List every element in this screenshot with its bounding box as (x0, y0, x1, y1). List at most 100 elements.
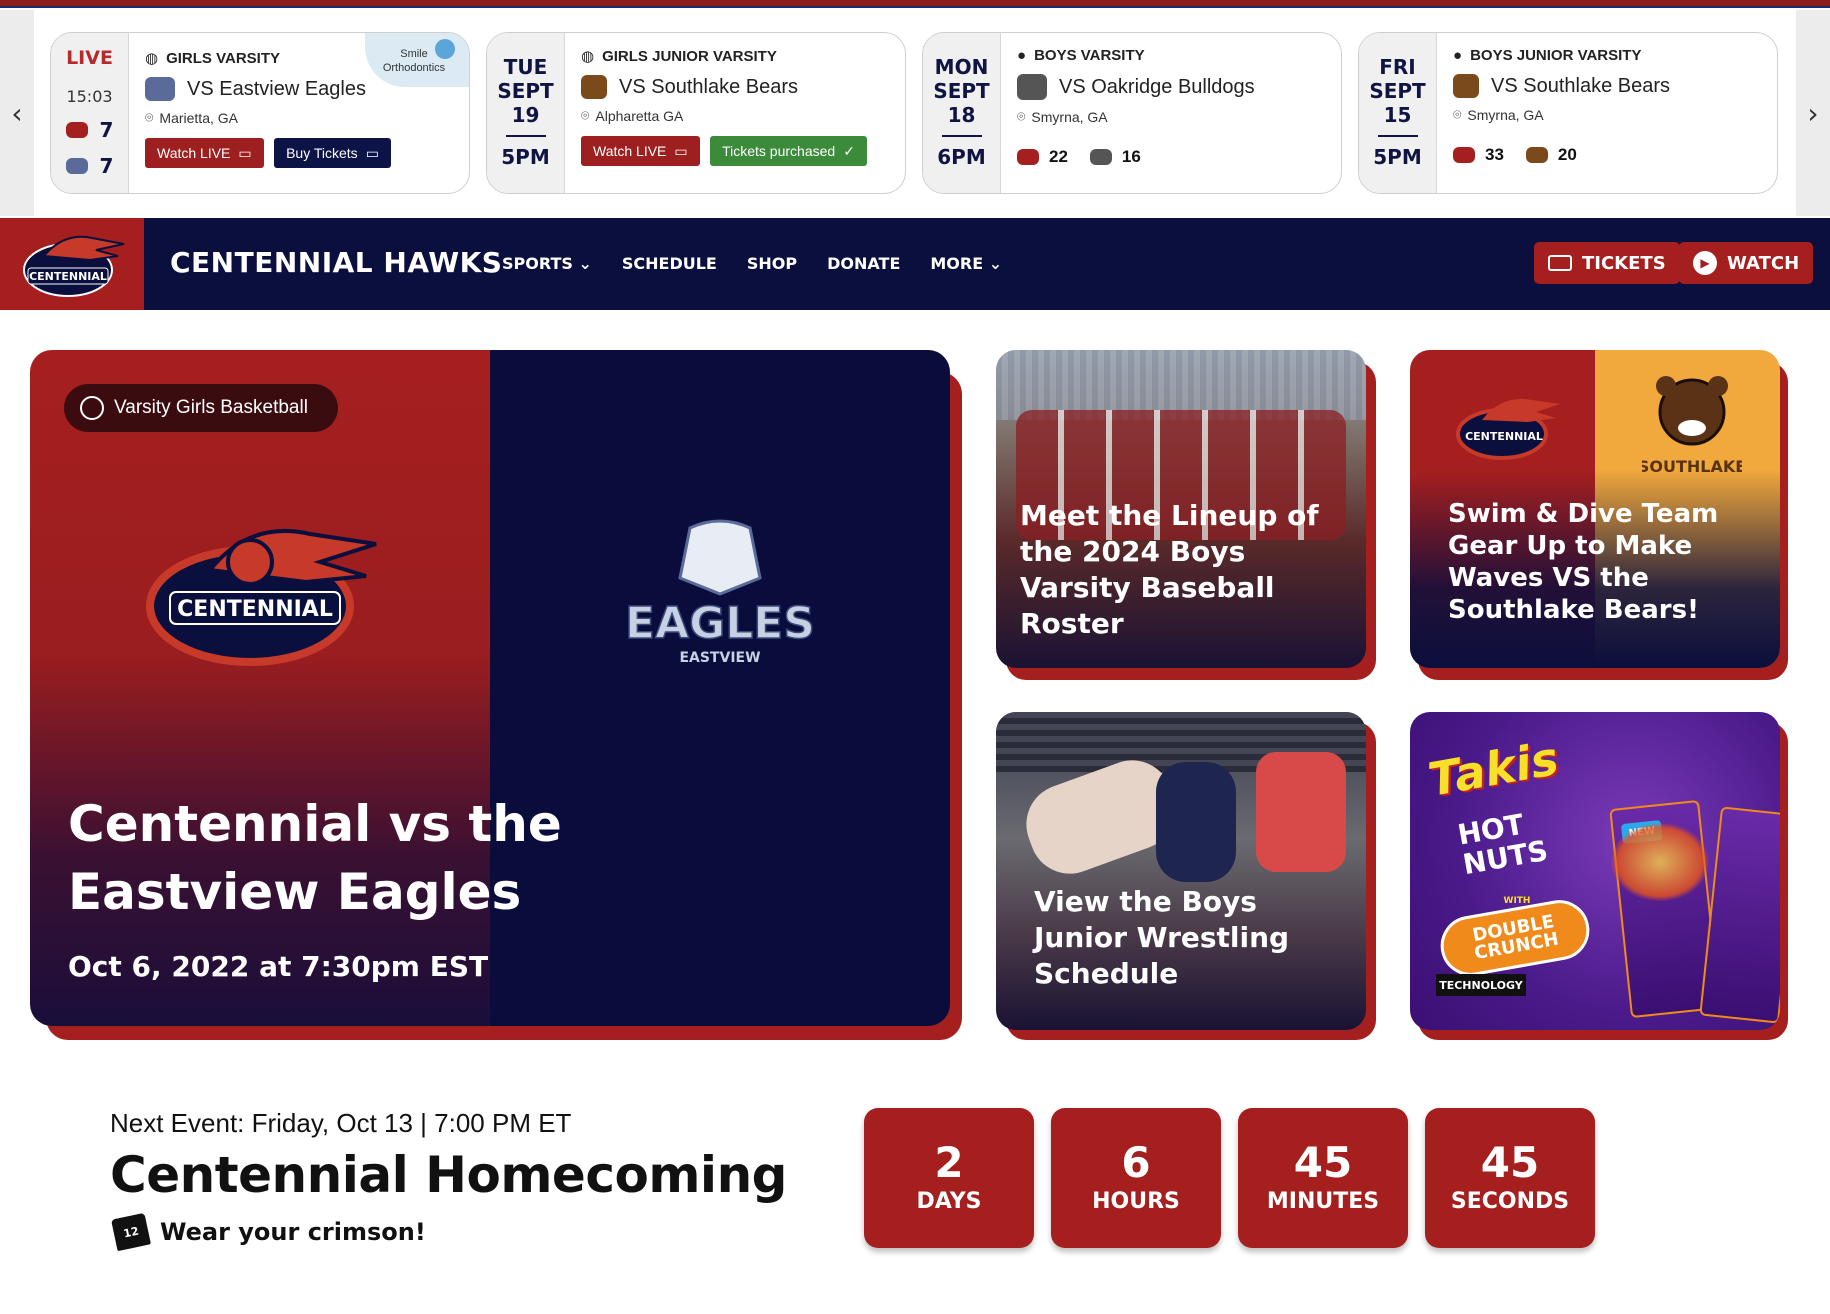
level-label: GIRLS VARSITY (166, 49, 280, 67)
site-title[interactable]: CENTENNIAL HAWKS (170, 246, 502, 279)
bears-logo-icon (581, 75, 607, 99)
southlake-logo: SOUTHLAKE (1642, 376, 1742, 476)
opponent: VS Southlake Bears (1453, 74, 1767, 98)
watch-live-button[interactable]: Watch LIVE ▭ (145, 138, 264, 168)
countdown-days-value: 2 (934, 1138, 964, 1187)
watch-button[interactable]: ▶ WATCH (1679, 242, 1814, 284)
game-card-result[interactable]: MON SEPT 18 6PM ● BOYS VARSITY VS Oakrid… (922, 32, 1342, 194)
tile-wrestling[interactable]: View the Boys Junior Wrestling Schedule (996, 712, 1366, 1030)
home-score: 7 (99, 118, 114, 142)
ad-takis[interactable]: Takis HOT NUTS WITH DOUBLE CRUNCH TECHNO… (1410, 712, 1780, 1030)
home-score: 33 (1485, 145, 1504, 164)
ticket-icon: ▭ (365, 144, 379, 161)
video-icon: ▭ (238, 144, 252, 161)
final-scores: 33 20 (1453, 145, 1767, 165)
takis-product: HOT NUTS (1455, 807, 1551, 882)
centennial-logo: CENTENNIAL (146, 529, 377, 666)
nav-item-schedule[interactable]: SCHEDULE (622, 254, 717, 273)
nav-item-more[interactable]: MORE ⌄ (930, 254, 1002, 273)
away-score: 7 (99, 154, 114, 178)
ticket-icon (1548, 255, 1572, 271)
watch-live-button[interactable]: Watch LIVE ▭ (581, 136, 700, 166)
map-pin-icon: ⌾ (1017, 108, 1026, 124)
date-column: MON SEPT 18 6PM (923, 33, 1001, 193)
tickets-button[interactable]: TICKETS (1534, 242, 1680, 284)
chevron-down-icon: ⌄ (578, 254, 592, 273)
football-icon: ● (1017, 47, 1027, 64)
hawks-logo-icon (1453, 147, 1475, 163)
nav-item-label: MORE (930, 254, 984, 273)
logo-wordmark: CENTENNIAL (29, 270, 107, 283)
watch-live-label: Watch LIVE (157, 145, 231, 161)
hero-card[interactable]: CENTENNIAL EAGLES EASTVIEW Varsity Girls… (30, 350, 950, 1026)
countdown-minutes-unit: MINUTES (1266, 1189, 1380, 1214)
tickets-label: TICKETS (1582, 252, 1666, 274)
nav-item-sports[interactable]: SPORTS ⌄ (502, 254, 592, 273)
nav-item-shop[interactable]: SHOP (747, 254, 797, 273)
game-card-body: ● BOYS VARSITY VS Oakridge Bulldogs ⌾ Sm… (1017, 47, 1331, 167)
scores-ticker: ‹ › LIVE 15:03 7 7 Smile Orthodontics ◍ … (0, 10, 1830, 216)
chevron-left-icon: ‹ (11, 97, 23, 130)
opponent-name: VS Oakridge Bulldogs (1059, 75, 1255, 98)
game-card-result[interactable]: FRI SEPT 15 5PM ● BOYS JUNIOR VARSITY VS… (1358, 32, 1778, 194)
location: ⌾ Smyrna, GA (1017, 108, 1331, 125)
opponent-name: VS Eastview Eagles (187, 77, 366, 100)
hero-title: Centennial vs the Eastview Eagles (68, 795, 562, 921)
next-event-label: Next Event: Friday, Oct 13 | 7:00 PM ET (110, 1108, 572, 1138)
centennial-logo: CENTENNIAL (1456, 398, 1560, 460)
game-card-live[interactable]: LIVE 15:03 7 7 Smile Orthodontics ◍ GIRL (50, 32, 470, 194)
game-card-upcoming[interactable]: TUE SEPT 19 5PM ◍ GIRLS JUNIOR VARSITY V… (486, 32, 906, 194)
game-card-body: ● BOYS JUNIOR VARSITY VS Southlake Bears… (1453, 47, 1767, 165)
location-text: Alpharetta GA (595, 107, 684, 124)
date-divider (1377, 135, 1418, 137)
buy-tickets-button[interactable]: Buy Tickets ▭ (274, 138, 391, 168)
day-label: FRI (1379, 55, 1416, 79)
game-level: ● BOYS VARSITY (1017, 47, 1331, 64)
hawks-logo-icon (1017, 149, 1039, 165)
ticker-prev-button[interactable]: ‹ (0, 94, 34, 134)
watch-label: WATCH (1727, 252, 1800, 274)
chevron-right-icon: › (1807, 97, 1819, 130)
next-event-note-text: Wear your crimson! (160, 1218, 426, 1246)
live-column: LIVE 15:03 7 7 (51, 33, 129, 193)
time-label: 5PM (501, 145, 550, 169)
date-column: FRI SEPT 15 5PM (1359, 33, 1437, 193)
countdown-seconds-value: 45 (1480, 1138, 1540, 1187)
sport-pill[interactable]: Varsity Girls Basketball (64, 384, 338, 432)
play-icon: ▶ (1693, 251, 1717, 275)
countdown-days: 2 DAYS (864, 1108, 1034, 1248)
sport-pill-label: Varsity Girls Basketball (114, 397, 308, 418)
countdown-minutes-value: 45 (1293, 1138, 1353, 1187)
hero-date: Oct 6, 2022 at 7:30pm EST (68, 950, 489, 983)
centennial-logo-text: CENTENNIAL (1465, 430, 1543, 443)
takis-bag-icon (1699, 806, 1780, 1024)
game-level: ◍ GIRLS JUNIOR VARSITY (581, 47, 895, 66)
eagles-logo-icon (65, 158, 88, 174)
home-logo-link[interactable]: CENTENNIAL (0, 218, 144, 310)
map-pin-icon: ⌾ (581, 107, 590, 123)
next-event-title: Centennial Homecoming (110, 1146, 787, 1204)
tile-swim-dive[interactable]: CENTENNIAL SOUTHLAKE Swim & Dive Team Ge… (1410, 350, 1780, 668)
away-score-row: 7 (51, 154, 128, 178)
opponent-name: VS Southlake Bears (1491, 74, 1670, 97)
main-nav: CENTENNIAL CENTENNIAL HAWKS SPORTS ⌄ SCH… (0, 218, 1830, 310)
countdown-seconds: 45 SECONDS (1425, 1108, 1595, 1248)
top-accent-bar (0, 0, 1830, 8)
tile-baseball-text: Meet the Lineup of the 2024 Boys Varsity… (1020, 499, 1319, 640)
ticker-next-button[interactable]: › (1796, 94, 1830, 134)
nav-item-donate[interactable]: DONATE (827, 254, 900, 273)
opponent: VS Eastview Eagles (145, 77, 459, 101)
tickets-purchased-button[interactable]: Tickets purchased ✓ (710, 136, 867, 166)
opponent-name: VS Southlake Bears (619, 75, 798, 98)
ticker-track: LIVE 15:03 7 7 Smile Orthodontics ◍ GIRL (34, 10, 1796, 216)
game-card-body: ◍ GIRLS VARSITY VS Eastview Eagles ⌾ Mar… (145, 49, 459, 168)
hawks-logo-icon (65, 122, 88, 138)
home-score: 22 (1049, 147, 1068, 166)
month-label: SEPT (933, 79, 990, 103)
month-label: SEPT (497, 79, 554, 103)
bulldogs-logo-icon (1089, 149, 1112, 165)
tile-baseball-roster[interactable]: Meet the Lineup of the 2024 Boys Varsity… (996, 350, 1366, 668)
jersey-number: 12 (122, 1224, 140, 1240)
countdown-seconds-unit: SECONDS (1450, 1189, 1570, 1214)
day-label: TUE (503, 55, 548, 79)
